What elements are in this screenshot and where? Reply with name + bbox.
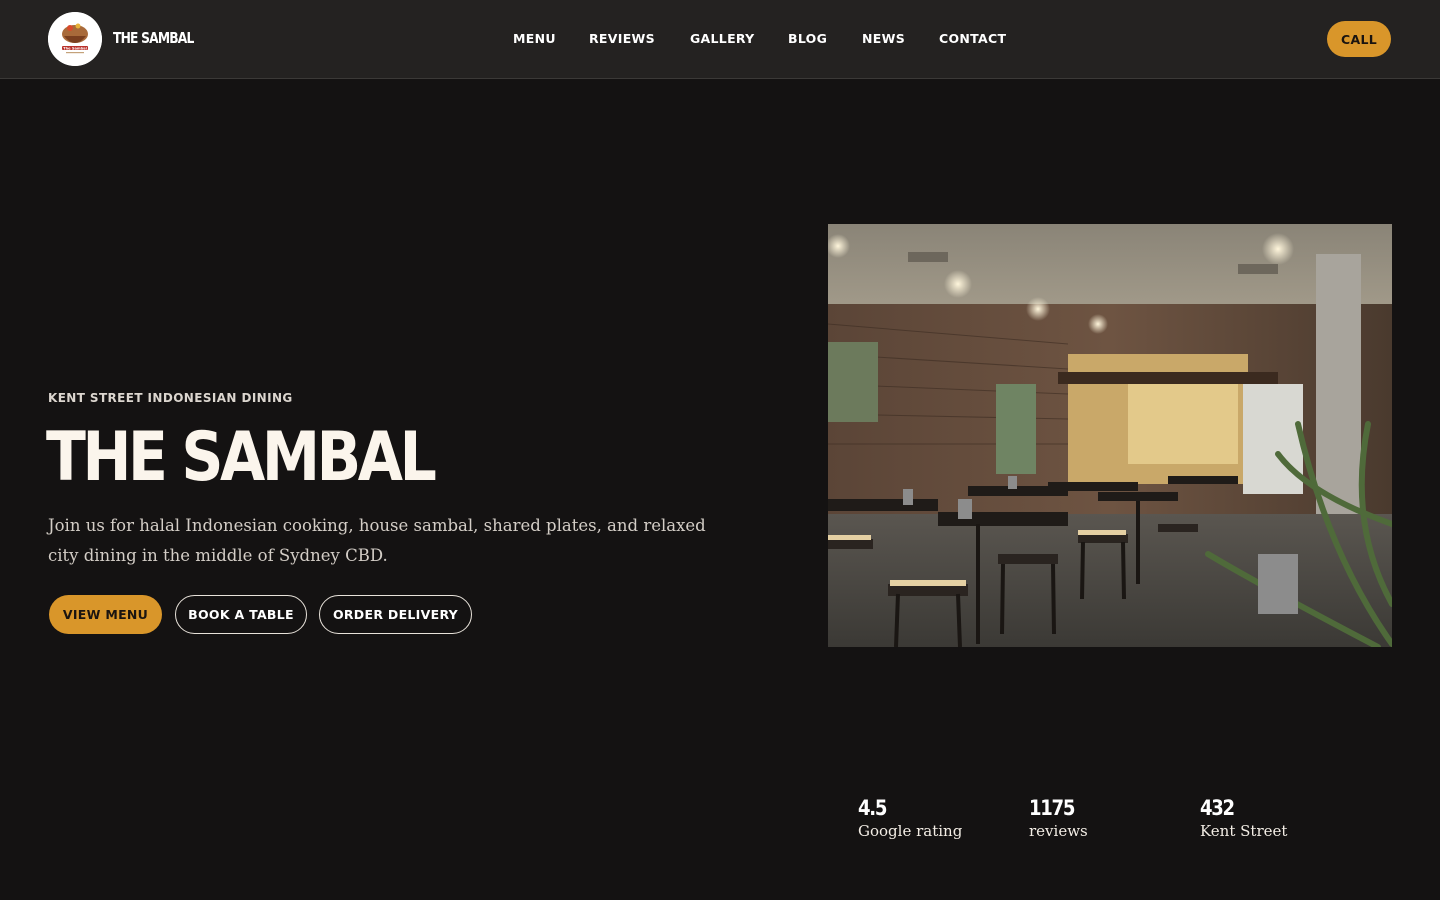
main-nav: MENU REVIEWS GALLERY BLOG NEWS CONTACT	[0, 31, 1440, 49]
hero-eyebrow: KENT STREET INDONESIAN DINING	[48, 391, 293, 405]
hero-title: THE SAMBAL	[46, 418, 437, 497]
nav-news[interactable]: NEWS	[862, 31, 905, 46]
nav-reviews[interactable]: REVIEWS	[589, 31, 655, 46]
site-header: The Sambal THE SAMBAL MENU REVIEWS GALLE…	[0, 0, 1440, 79]
view-menu-button[interactable]: VIEW MENU	[49, 595, 162, 634]
nav-blog[interactable]: BLOG	[788, 31, 827, 46]
nav-menu[interactable]: MENU	[513, 31, 556, 46]
stat-rating-label: Google rating	[858, 822, 963, 840]
restaurant-interior-image	[828, 224, 1392, 647]
stat-reviews-value: 1175	[1029, 796, 1075, 820]
hero-description: Join us for halal Indonesian cooking, ho…	[48, 516, 706, 565]
nav-gallery[interactable]: GALLERY	[690, 31, 755, 46]
book-table-button[interactable]: BOOK A TABLE	[175, 595, 307, 634]
stat-reviews-label: reviews	[1029, 822, 1088, 840]
stat-address-value: 432	[1200, 796, 1235, 820]
stat-address-label: Kent Street	[1200, 822, 1288, 840]
call-button[interactable]: CALL	[1327, 21, 1391, 57]
nav-contact[interactable]: CONTACT	[939, 31, 1006, 46]
stat-rating-value: 4.5	[858, 796, 887, 820]
order-delivery-button[interactable]: ORDER DELIVERY	[319, 595, 472, 634]
